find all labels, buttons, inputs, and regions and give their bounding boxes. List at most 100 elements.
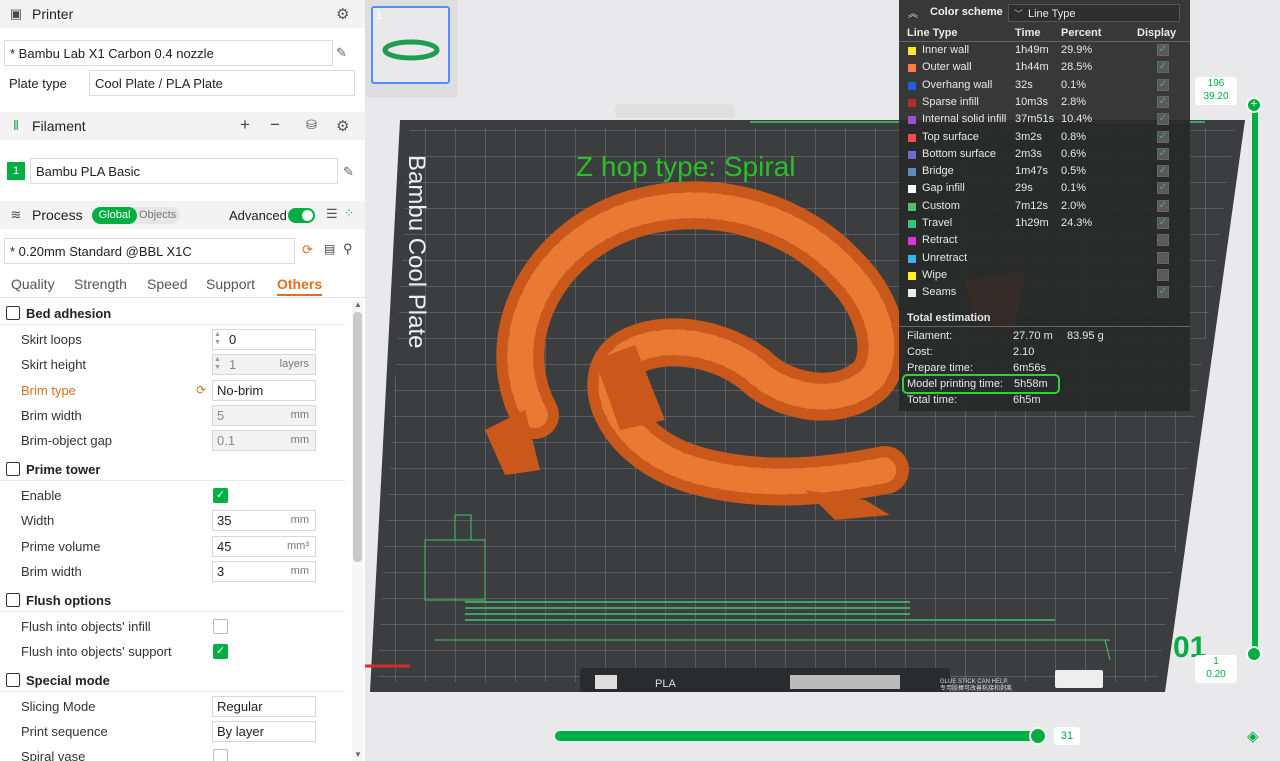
legend-row[interactable]: Internal solid infill 37m51s 10.4% ✓ [899,111,1190,128]
remove-filament-icon[interactable]: − [270,115,280,135]
search-settings-icon[interactable]: ⚲ [343,241,353,257]
legend-display-checkbox[interactable]: ✓ [1157,182,1169,195]
scrollbar-thumb[interactable] [353,312,362,562]
filament-select[interactable]: Bambu PLA Basic [30,158,338,184]
filament-slot-badge[interactable]: 1 [7,162,25,180]
advanced-switch[interactable] [288,208,315,223]
process-section-header: ≋ Process Global Objects Advanced ☰ ⁘ [0,201,365,229]
total-time-label: Total time: [907,394,958,406]
legend-display-checkbox[interactable] [1157,251,1169,264]
legend-display-checkbox[interactable]: ✓ [1157,147,1169,160]
printer-header-label: Printer [32,6,74,22]
toggle-objects[interactable]: Objects [139,207,176,224]
prime-brim-width-input[interactable]: 3 mm [212,561,316,582]
legend-display-checkbox[interactable]: ✓ [1157,78,1169,91]
scroll-down-icon[interactable]: ▼ [354,750,362,759]
legend-display-checkbox[interactable] [1157,268,1169,281]
print-sequence-select[interactable]: By layer [212,721,316,742]
model-printing-time-label: Model printing time: [907,378,1003,390]
collapse-chevron-icon[interactable]: ︽ [908,5,918,20]
spiral-vase-checkbox[interactable] [213,749,228,761]
save-preset-icon[interactable]: ▤ [324,242,335,256]
legend-display-checkbox[interactable]: ✓ [1157,113,1169,126]
layers-toggle-icon[interactable]: ◈ [1247,727,1259,745]
3d-viewport[interactable]: 01 Bambu Cool Plate PLA GLUE STICK CAN H… [365,0,1280,761]
layer-slider-bottom-handle[interactable] [1246,646,1262,662]
legend-title: Color scheme [930,6,1003,18]
printer-select[interactable]: * Bambu Lab X1 Carbon 0.4 nozzle [4,40,333,66]
legend-row[interactable]: Overhang wall 32s 0.1% ✓ [899,77,1190,94]
plate-footer-material: PLA [655,678,676,690]
layer-slider-track[interactable] [1252,100,1258,655]
layer-slider-top-handle[interactable]: + [1246,97,1262,113]
legend-row[interactable]: Outer wall 1h44m 28.5% ✓ [899,59,1190,76]
move-slider-value: 31 [1054,727,1080,745]
spin-arrows-icon[interactable]: ▲ ▼ [214,331,223,347]
legend-row[interactable]: Retract [899,232,1190,249]
tab-support[interactable]: Support [206,276,255,292]
flush-infill-checkbox[interactable] [213,619,228,634]
move-slider-horizontal[interactable] [555,727,1047,745]
brim-type-select[interactable]: No-brim [212,380,316,401]
spin-arrows-icon[interactable]: ▲ ▼ [214,356,223,372]
tab-quality[interactable]: Quality [11,276,55,292]
settings-scrollbar[interactable]: ▲ ▼ [352,300,363,761]
legend-display-checkbox[interactable]: ✓ [1157,199,1169,212]
filament-settings-gear-icon[interactable]: ⚙ [336,117,349,135]
legend-display-checkbox[interactable]: ✓ [1157,44,1169,56]
filament-edit-icon[interactable]: ✎ [343,164,354,180]
legend-row[interactable]: Seams ✓ [899,284,1190,301]
legend-display-checkbox[interactable]: ✓ [1157,130,1169,143]
slicing-mode-select[interactable]: Regular [212,696,316,717]
setting-print-sequence: Print sequence By layer [0,720,345,744]
legend-row[interactable]: Travel 1h29m 24.3% ✓ [899,215,1190,232]
move-slider-handle[interactable] [1029,727,1047,745]
plate-thumbnail[interactable]: 1 [371,6,450,84]
plate-type-select[interactable]: Cool Plate / PLA Plate [89,70,355,96]
prime-volume-input[interactable]: 45 mm³ [212,536,316,557]
tab-others[interactable]: Others [277,276,323,296]
color-scheme-select[interactable]: ﹀ Line Type [1008,4,1180,22]
reset-preset-icon[interactable]: ⟳ [302,242,313,258]
legend-row[interactable]: Wipe [899,267,1190,284]
add-filament-icon[interactable]: + [240,115,250,135]
legend-row[interactable]: Bottom surface 2m3s 0.6% ✓ [899,146,1190,163]
legend-row[interactable]: Custom 7m12s 2.0% ✓ [899,198,1190,215]
legend-line-type: Unretract [922,251,968,264]
printer-edit-icon[interactable]: ✎ [336,45,347,61]
plate-corner-label [1055,670,1103,688]
legend-display-checkbox[interactable]: ✓ [1157,286,1169,299]
legend-display-checkbox[interactable]: ✓ [1157,95,1169,108]
toggle-global[interactable]: Global [92,207,137,224]
setting-unit: mm [290,409,309,421]
process-list-icon[interactable]: ☰ [326,206,338,222]
legend-display-checkbox[interactable] [1157,234,1169,247]
tab-speed[interactable]: Speed [147,276,187,292]
skirt-loops-input[interactable]: 0 [212,329,316,350]
legend-display-checkbox[interactable]: ✓ [1157,217,1169,229]
scroll-up-icon[interactable]: ▲ [354,300,362,309]
global-objects-toggle[interactable]: Global Objects [92,207,180,224]
skirt-height-input[interactable]: 1 layers [212,354,316,375]
legend-row[interactable]: Gap infill 29s 0.1% ✓ [899,180,1190,197]
legend-row[interactable]: Bridge 1m47s 0.5% ✓ [899,163,1190,180]
process-compare-icon[interactable]: ⁘ [344,206,354,220]
printer-settings-gear-icon[interactable]: ⚙ [336,5,349,23]
legend-row[interactable]: Unretract [899,250,1190,267]
flush-support-checkbox[interactable]: ✓ [213,644,228,659]
enable-checkbox[interactable]: ✓ [213,488,228,503]
legend-row[interactable]: Sparse infill 10m3s 2.8% ✓ [899,94,1190,111]
brim-gap-input[interactable]: 0.1 mm [212,430,316,451]
legend-display-checkbox[interactable]: ✓ [1157,165,1169,178]
legend-row[interactable]: Inner wall 1h49m 29.9% ✓ [899,42,1190,59]
legend-row[interactable]: Top surface 3m2s 0.8% ✓ [899,129,1190,146]
process-preset-select[interactable]: * 0.20mm Standard @BBL X1C [4,238,295,264]
prime-tower-width-input[interactable]: 35 mm [212,510,316,531]
layer-slider-vertical[interactable]: + [1246,97,1262,662]
filament-header-label: Filament [32,118,86,134]
legend-display-checkbox[interactable]: ✓ [1157,61,1169,74]
brim-width-input[interactable]: 5 mm [212,405,316,426]
reset-value-icon[interactable]: ⟳ [196,383,206,397]
filament-sync-icon[interactable]: ⛁ [306,117,317,133]
tab-strength[interactable]: Strength [74,276,127,292]
